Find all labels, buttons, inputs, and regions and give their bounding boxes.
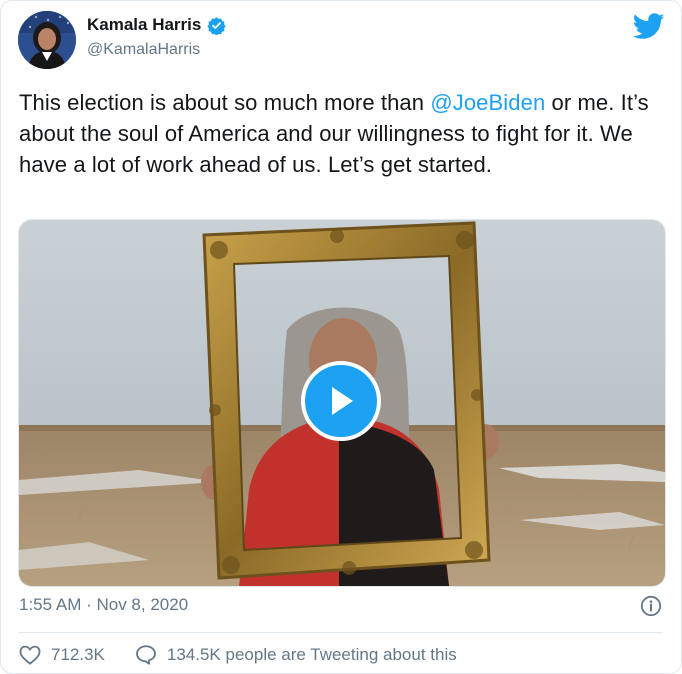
author-handle[interactable]: @KamalaHarris [87,41,200,59]
tweet-text-before: This election is about so much more than [19,90,431,115]
avatar[interactable] [18,11,76,69]
play-icon [332,387,353,415]
mention-link[interactable]: @JoeBiden [430,90,545,115]
comment-icon [135,645,156,665]
info-icon[interactable] [640,595,662,617]
verified-badge-icon [207,16,227,35]
author-name[interactable]: Kamala Harris [87,15,227,35]
tweeting-about-text: 134.5K people are Tweeting about this [166,644,457,664]
heart-icon [19,645,41,665]
avatar-image [18,11,76,69]
tweet-text: This election is about so much more than… [19,87,649,180]
twitter-bird-icon[interactable] [633,13,665,40]
tweeting-about-link[interactable]: 134.5K people are Tweeting about this [135,644,457,665]
likes-count: 712.3K [51,644,105,664]
tweet-card: Kamala Harris @KamalaHarris This electio… [0,0,682,674]
timestamp[interactable]: 1:55 AM · Nov 8, 2020 [19,595,188,615]
author-name-text: Kamala Harris [87,15,202,34]
like-button[interactable]: 712.3K [19,645,105,665]
divider [19,632,663,633]
play-button[interactable] [301,361,381,441]
tweet-actions: 712.3K 134.5K people are Tweeting about … [19,644,457,665]
